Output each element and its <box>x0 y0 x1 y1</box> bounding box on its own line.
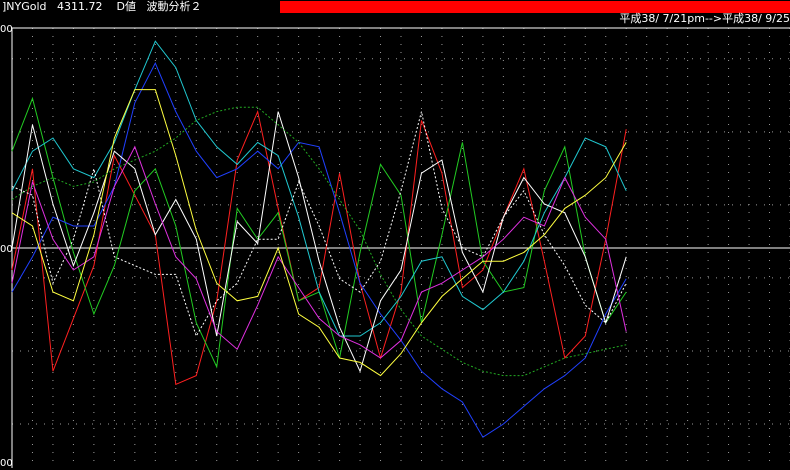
y-tick-label: 00 <box>0 458 13 469</box>
series-line-3 <box>11 62 627 438</box>
series-line-2 <box>11 96 627 369</box>
y-tick-label: 00 <box>0 244 13 255</box>
series-line-6 <box>11 111 627 338</box>
y-tick-label: 00 <box>0 24 13 35</box>
wave-analysis-chart: 00 00 00 <box>0 24 790 469</box>
chart-axes: 00 00 00 <box>0 24 790 469</box>
